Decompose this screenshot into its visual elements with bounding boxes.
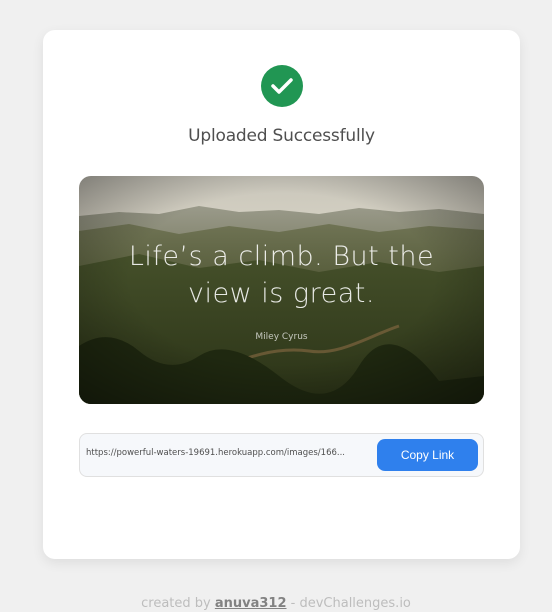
image-quote-author: Miley Cyrus: [255, 332, 308, 342]
upload-status-title: Uploaded Successfully: [188, 126, 375, 146]
image-link-box: https://powerful-waters-19691.herokuapp.…: [79, 433, 484, 477]
copy-link-button[interactable]: Copy Link: [377, 439, 478, 471]
image-quote-line-1: Life’s a climb. But the: [128, 241, 435, 272]
uploaded-image: Life’s a climb. But the view is great. M…: [79, 176, 484, 404]
footer-prefix: created by: [141, 596, 215, 611]
footer-author-link[interactable]: anuva312: [215, 596, 287, 611]
check-circle-icon: [261, 65, 303, 107]
page-footer: created by anuva312 - devChallenges.io: [0, 596, 552, 611]
image-link-url[interactable]: https://powerful-waters-19691.herokuapp.…: [86, 448, 371, 458]
image-quote-line-2: view is great.: [188, 278, 375, 309]
upload-success-card: Uploaded Successfully Life’s a climb. Bu…: [43, 30, 520, 559]
image-quote: Life’s a climb. But the view is great.: [79, 238, 484, 312]
footer-suffix: - devChallenges.io: [286, 596, 411, 611]
